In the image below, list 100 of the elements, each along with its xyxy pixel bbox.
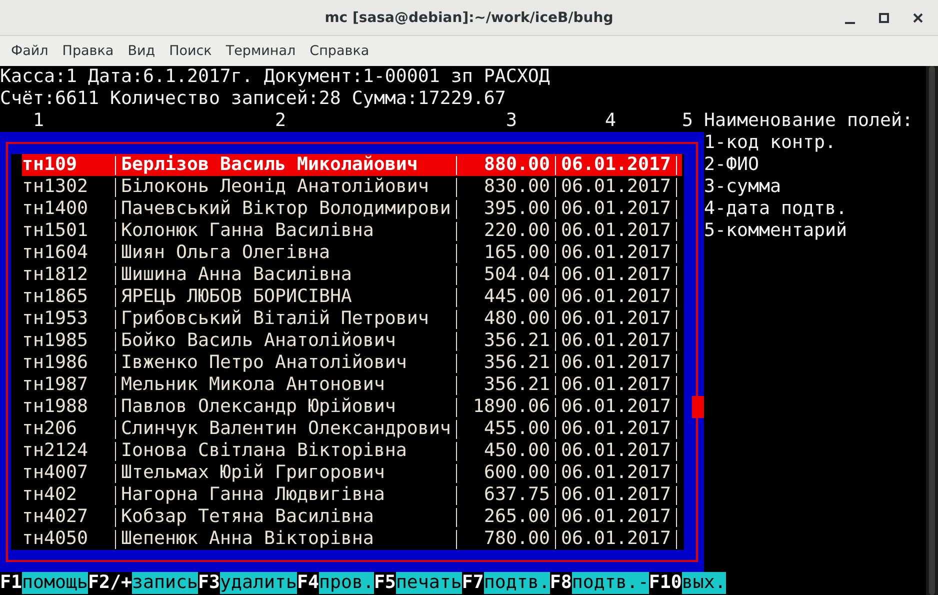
- table-cell-text: тн1865: [22, 286, 89, 308]
- menu-item[interactable]: Правка: [55, 43, 121, 59]
- table-cell-text: 780.00: [483, 528, 550, 550]
- table-row[interactable]: тн4007 Штельмах Юрій Григорович 600.00 06.01.2017: [22, 462, 682, 484]
- table-cell-text: тн1400: [22, 198, 89, 220]
- table-cell-text: 1890.06: [472, 396, 550, 418]
- table-cell-text: 220.00: [483, 220, 550, 242]
- table-cell-text: 445.00: [483, 286, 550, 308]
- column-number: 4: [605, 110, 616, 132]
- table-cell-text: Шишина Анна Василівна: [121, 264, 353, 286]
- table-cell-text: Павлов Олександр Юрійович: [121, 396, 397, 418]
- table-cell-text: Іонова Світлана Вікторівна: [121, 440, 408, 462]
- table-cell-text: 165.00: [483, 242, 550, 264]
- table-cell: 06.01.2017: [561, 396, 671, 418]
- function-label[interactable]: запись: [132, 572, 198, 594]
- table-cell-text: тн1985: [22, 330, 89, 352]
- table-cell-text: 455.00: [483, 418, 550, 440]
- maximize-icon: [878, 12, 890, 24]
- table-cell-text: тн4007: [22, 462, 89, 484]
- table-cell: 06.01.2017: [561, 176, 671, 198]
- close-icon: [912, 12, 924, 24]
- table-row[interactable]: тн109 Берлізов Василь Миколайович 880.00 06.01.2017: [22, 154, 682, 176]
- table-cell-text: 356.21: [483, 352, 550, 374]
- table-row[interactable]: тн1501 Колонюк Ганна Василівна 220.00 06.01.2017: [22, 220, 682, 242]
- table-cell-text: 637.75: [483, 484, 550, 506]
- table-cell-text: тн206: [22, 418, 78, 440]
- table-cell: 06.01.2017: [561, 352, 671, 374]
- table-cell: 06.01.2017: [561, 308, 671, 330]
- table-row[interactable]: тн1865 ЯРЕЦЬ ЛЮБОВ БОРИСІВНА 445.00 06.01.2017: [22, 286, 682, 308]
- column-number: 3: [506, 110, 517, 132]
- menu-item[interactable]: Терминал: [218, 43, 303, 59]
- table-row[interactable]: тн4050 Шепенюк Анна Вікторівна 780.00 06.01.2017: [22, 528, 682, 550]
- table-row[interactable]: тн1604 Шиян Ольга Олегівна 165.00 06.01.2017: [22, 242, 682, 264]
- table-cell-text: Штельмах Юрій Григорович: [121, 462, 386, 484]
- legend-item: 4-дата подтв.: [704, 198, 848, 220]
- function-label[interactable]: печать: [396, 572, 462, 594]
- legend-item: 3-сумма: [704, 176, 782, 198]
- table-row[interactable]: тн2124 Іонова Світлана Вікторівна 450.00 06.01.2017: [22, 440, 682, 462]
- table-cell: 06.01.2017: [561, 440, 671, 462]
- table-row[interactable]: тн1986 Івженко Петро Анатолійович 356.21 06.01.2017: [22, 352, 682, 374]
- table-row[interactable]: тн1812 Шишина Анна Василівна 504.04 06.01.2017: [22, 264, 682, 286]
- table-cell-text: 600.00: [483, 462, 550, 484]
- function-label[interactable]: подтв.: [484, 572, 550, 594]
- table-cell: 06.01.2017: [561, 198, 671, 220]
- column-number: 5: [682, 110, 693, 132]
- table-cell-text: тн1812: [22, 264, 89, 286]
- function-label[interactable]: вых.: [682, 572, 726, 594]
- menu-item[interactable]: Файл: [4, 43, 56, 59]
- table-row[interactable]: тн1987 Мельник Микола Антонович 356.21 06.01.2017: [22, 374, 682, 396]
- table-cell-text: тн1986: [22, 352, 89, 374]
- table-row[interactable]: тн1400 Пачевський Віктор Володимирови 395.00 06.01.2017: [22, 198, 682, 220]
- table-row[interactable]: тн206 Слинчук Валентин Олександрович 455.00 06.01.2017: [22, 418, 682, 440]
- table-cell-text: 356.21: [483, 374, 550, 396]
- table-cell-text: тн1302: [22, 176, 89, 198]
- table-cell-text: тн1987: [22, 374, 89, 396]
- table-cell-text: Мельник Микола Антонович: [121, 374, 386, 396]
- table-cell-text: 450.00: [483, 440, 550, 462]
- table-cell-text: тн1953: [22, 308, 89, 330]
- function-label[interactable]: помощь: [22, 572, 88, 594]
- function-label[interactable]: удалить: [220, 572, 297, 594]
- table-cell: 06.01.2017: [561, 286, 671, 308]
- table-cell-text: Білоконь Леонід Анатолійович: [121, 176, 430, 198]
- scroll-thumb[interactable]: [692, 396, 704, 418]
- table-cell-text: Шиян Ольга Олегівна: [121, 242, 331, 264]
- table-cell: 06.01.2017: [561, 330, 671, 352]
- table-cell: 06.01.2017: [561, 462, 671, 484]
- table-cell-text: 356.21: [483, 330, 550, 352]
- header-line: Счёт:6611 Количество записей:28 Сумма:17229.67: [0, 88, 507, 110]
- table-row[interactable]: тн1953 Грибовський Віталій Петрович 480.00 06.01.2017: [22, 308, 682, 330]
- legend-title: Наименование полей:: [704, 110, 913, 132]
- table-cell-text: Івженко Петро Анатолійович: [121, 352, 408, 374]
- table-row[interactable]: тн1985 Бойко Василь Анатолійович 356.21 06.01.2017: [22, 330, 682, 352]
- table-cell: 06.01.2017: [561, 264, 671, 286]
- table-row[interactable]: тн1302 Білоконь Леонід Анатолійович 830.00 06.01.2017: [22, 176, 682, 198]
- table-cell-text: Нагорна Ганна Людвигівна: [121, 484, 386, 506]
- table-cell: 06.01.2017: [561, 506, 671, 528]
- menu-item[interactable]: Поиск: [162, 43, 219, 59]
- table-row[interactable]: тн1988 Павлов Олександр Юрійович 1890.06 06.01.2017: [22, 396, 682, 418]
- table-row[interactable]: тн402 Нагорна Ганна Людвигівна 637.75 06.01.2017: [22, 484, 682, 506]
- table-cell-text: 880.00: [483, 154, 550, 176]
- table-cell-text: тн1988: [22, 396, 89, 418]
- table-cell: Пачевський Віктор Володимирови: [121, 198, 451, 220]
- table-cell: 06.01.2017: [561, 242, 671, 264]
- table-row[interactable]: тн4027 Кобзар Тетяна Василівна 265.00 06.01.2017: [22, 506, 682, 528]
- minimize-icon: [845, 22, 855, 24]
- table-cell-text: Колонюк Ганна Василівна: [121, 220, 375, 242]
- scrollbar[interactable]: [926, 66, 938, 595]
- table-cell-text: тн109: [22, 154, 78, 176]
- table-cell-text: Берлізов Василь Миколайович: [121, 154, 419, 176]
- table-cell-text: 480.00: [483, 308, 550, 330]
- function-label[interactable]: подтв.-: [572, 572, 649, 594]
- table-cell: 06.01.2017: [561, 154, 671, 176]
- table-cell-text: Кобзар Тетяна Василівна: [121, 506, 375, 528]
- table-cell-text: ЯРЕЦЬ ЛЮБОВ БОРИСІВНА: [121, 286, 353, 308]
- table-cell: 06.01.2017: [561, 220, 671, 242]
- table-cell-text: Шепенюк Анна Вікторівна: [121, 528, 375, 550]
- menu-item[interactable]: Справка: [302, 43, 376, 59]
- function-label[interactable]: пров.: [318, 572, 374, 594]
- table-cell-text: 395.00: [483, 198, 550, 220]
- menu-item[interactable]: Вид: [120, 43, 162, 59]
